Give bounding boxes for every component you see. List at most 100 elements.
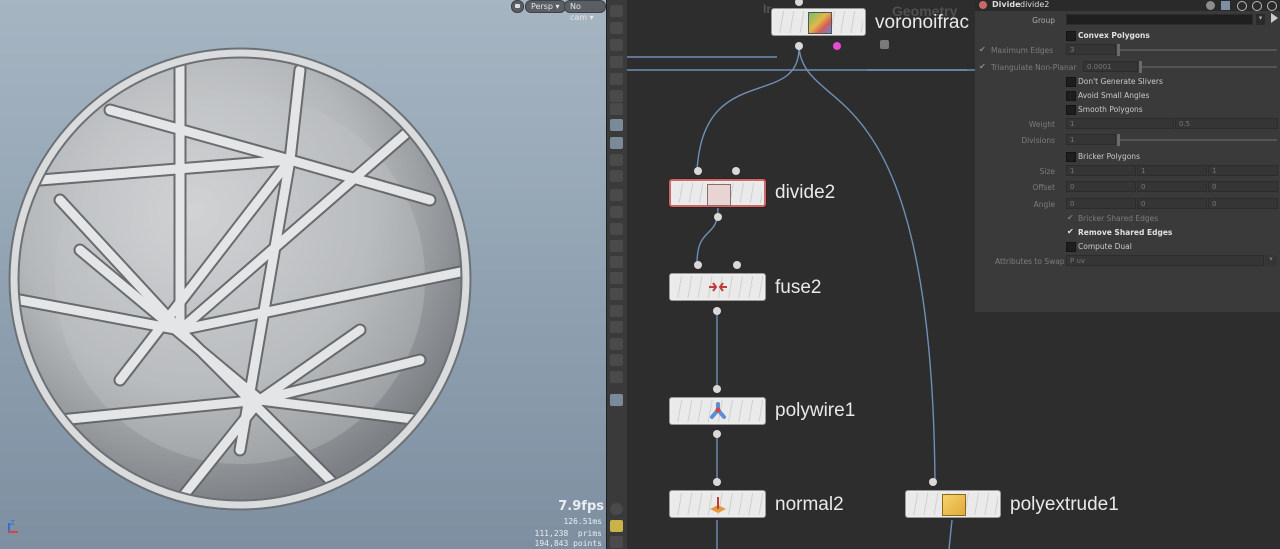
transform-icon[interactable] — [610, 22, 623, 34]
convex-polygons-checkbox[interactable] — [1066, 31, 1076, 41]
attributes-to-swap-field[interactable]: P uv — [1066, 255, 1264, 266]
help-question-icon[interactable] — [1267, 1, 1277, 11]
angle-field-x[interactable]: 0 — [1066, 198, 1136, 209]
node-divide2[interactable] — [669, 179, 766, 207]
weight-field-2[interactable]: 0.5 — [1175, 118, 1278, 129]
angle-field-z[interactable]: 0 — [1208, 198, 1278, 209]
output-port[interactable] — [714, 213, 722, 221]
brush-icon[interactable] — [610, 223, 623, 235]
triangulate-nonplanar-slider[interactable] — [1139, 61, 1277, 73]
frame-icon[interactable] — [610, 288, 623, 300]
input-port[interactable] — [929, 478, 937, 486]
bulb-icon[interactable] — [610, 103, 623, 115]
select-arrow-icon[interactable] — [610, 5, 623, 17]
input-port[interactable] — [694, 261, 702, 269]
avoid-small-angles-checkbox[interactable] — [1066, 91, 1076, 101]
output-port[interactable] — [795, 42, 803, 50]
angle-field-y[interactable]: 0 — [1137, 198, 1207, 209]
group-dropdown-arrow[interactable]: ▾ — [1256, 14, 1265, 25]
node-label-polywire1[interactable]: polywire1 — [775, 400, 855, 422]
input-port[interactable] — [713, 478, 721, 486]
size-field-y[interactable]: 1 — [1137, 165, 1207, 176]
maximum-edges-field[interactable]: 3 — [1066, 44, 1116, 55]
camera-icon[interactable] — [610, 371, 623, 383]
sphere-icon[interactable] — [610, 73, 623, 85]
text-icon[interactable] — [610, 354, 623, 366]
node-label-voronoi[interactable]: voronoifrac — [875, 12, 969, 34]
lock-icon[interactable] — [610, 39, 623, 51]
triangulate-nonplanar-field[interactable]: 0.0001 — [1083, 61, 1138, 72]
light-icon[interactable] — [610, 90, 623, 102]
node-label-fuse2[interactable]: fuse2 — [775, 277, 821, 299]
pin-icon[interactable] — [610, 56, 623, 68]
smooth-polygons-checkbox[interactable] — [1066, 105, 1076, 115]
offset-field-z[interactable]: 0 — [1208, 181, 1278, 192]
input-port[interactable] — [694, 167, 702, 175]
box-icon[interactable] — [610, 338, 623, 350]
output-port[interactable] — [713, 307, 721, 315]
maximum-edges-label: Maximum Edges — [991, 46, 1054, 55]
group-field[interactable] — [1066, 14, 1253, 25]
info-icon[interactable] — [610, 503, 623, 515]
scene-viewport[interactable]: Persp ▾ No cam ▾ 7.9fps 126.51ms 111,238… — [0, 0, 606, 549]
grid-icon[interactable] — [610, 305, 623, 317]
axis-icon[interactable] — [610, 321, 623, 333]
output-port[interactable] — [713, 430, 721, 438]
group-icon[interactable] — [610, 170, 623, 182]
snap-icon[interactable] — [610, 256, 623, 268]
node-label-polyextrude1[interactable]: polyextrude1 — [1010, 494, 1119, 516]
maximum-edges-enable-icon[interactable]: ✔ — [979, 45, 986, 54]
node-polywire1[interactable] — [669, 397, 766, 425]
search-icon[interactable] — [1237, 1, 1247, 11]
camera-view-dropdown[interactable]: Persp ▾ — [525, 0, 566, 13]
wire-icon[interactable] — [610, 154, 623, 166]
layout-grid-icon[interactable] — [610, 520, 623, 532]
normals-icon[interactable] — [610, 240, 623, 252]
input-port[interactable] — [733, 261, 741, 269]
divisions-slider[interactable] — [1117, 134, 1277, 146]
help-icon[interactable] — [1221, 1, 1230, 10]
point-icon[interactable] — [610, 189, 623, 201]
compute-dual-checkbox[interactable] — [1066, 242, 1076, 252]
shaded-icon[interactable] — [610, 137, 623, 149]
node-label-divide2[interactable]: divide2 — [775, 182, 835, 204]
offset-field-y[interactable]: 0 — [1137, 181, 1207, 192]
node-polyextrude1[interactable] — [905, 490, 1001, 518]
size-field-x[interactable]: 1 — [1066, 165, 1136, 176]
lock-flag-icon[interactable] — [880, 40, 889, 49]
input-port[interactable] — [732, 167, 740, 175]
input-port[interactable] — [713, 385, 721, 393]
info-icon[interactable] — [1252, 1, 1262, 11]
node-name-field[interactable]: divide2 — [1020, 0, 1049, 9]
attributes-dropdown-arrow[interactable]: ▾ — [1265, 255, 1277, 266]
polywire-icon — [707, 401, 729, 421]
bricker-polygons-checkbox[interactable] — [1066, 152, 1076, 162]
weight-field-1[interactable]: 1 — [1066, 118, 1174, 129]
offset-field-x[interactable]: 0 — [1066, 181, 1136, 192]
group-select-arrow-icon[interactable] — [1271, 13, 1278, 23]
maximum-edges-slider[interactable] — [1117, 44, 1277, 56]
prims-count: 111,238 — [534, 529, 569, 538]
node-label-normal2[interactable]: normal2 — [775, 494, 844, 516]
node-normal2[interactable] — [669, 490, 766, 518]
divisions-field[interactable]: 1 — [1066, 134, 1116, 145]
hand-icon[interactable] — [610, 272, 623, 284]
size-field-z[interactable]: 1 — [1208, 165, 1278, 176]
dont-generate-slivers-checkbox[interactable] — [1066, 77, 1076, 87]
faded-context-label: Ir — [763, 2, 772, 16]
triangulate-enable-icon[interactable]: ✔ — [979, 62, 986, 71]
screenshot-icon[interactable] — [610, 536, 623, 548]
convex-polygons-label: Convex Polygons — [1078, 31, 1150, 40]
viewport-lock-button[interactable] — [511, 0, 524, 13]
bricker-shared-edges-check-icon[interactable]: ✔ — [1067, 213, 1074, 222]
camera-select-dropdown[interactable]: No cam ▾ — [564, 0, 606, 22]
view-label: Persp — [531, 2, 553, 11]
display-icon[interactable] — [610, 119, 623, 131]
remove-shared-edges-check-icon[interactable]: ✔ — [1067, 227, 1074, 236]
node-voronoifracture[interactable] — [771, 8, 866, 36]
node-fuse2[interactable] — [669, 273, 766, 301]
view-options-icon[interactable] — [610, 394, 623, 406]
gear-icon[interactable] — [1206, 1, 1215, 10]
edge-icon[interactable] — [610, 206, 623, 218]
display-flag-port[interactable] — [833, 42, 841, 50]
